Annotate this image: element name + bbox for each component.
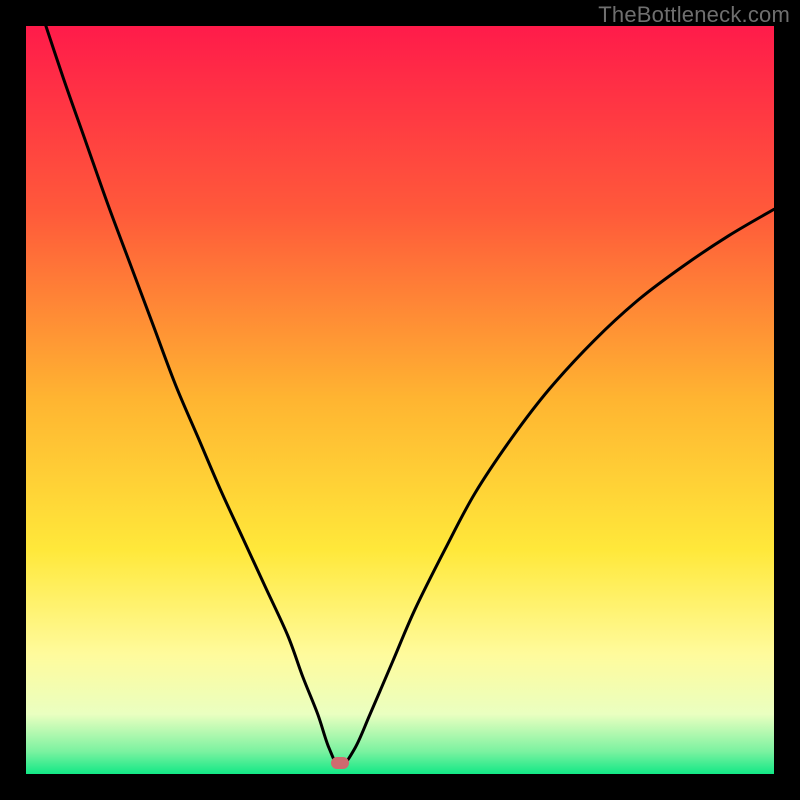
chart-plot-area <box>26 26 774 774</box>
chart-frame: TheBottleneck.com <box>0 0 800 800</box>
bottleneck-curve <box>26 26 774 774</box>
optimal-point-marker <box>331 757 349 769</box>
watermark-text: TheBottleneck.com <box>598 2 790 28</box>
